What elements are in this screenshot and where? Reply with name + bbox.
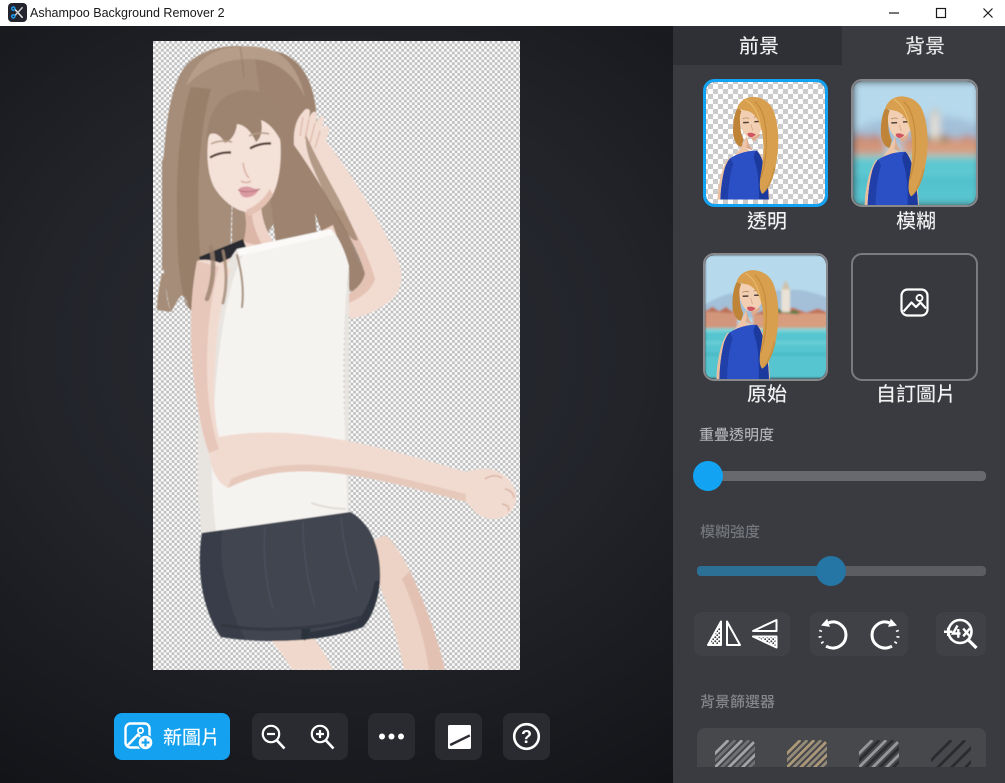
svg-text:?: ? [521, 727, 532, 747]
